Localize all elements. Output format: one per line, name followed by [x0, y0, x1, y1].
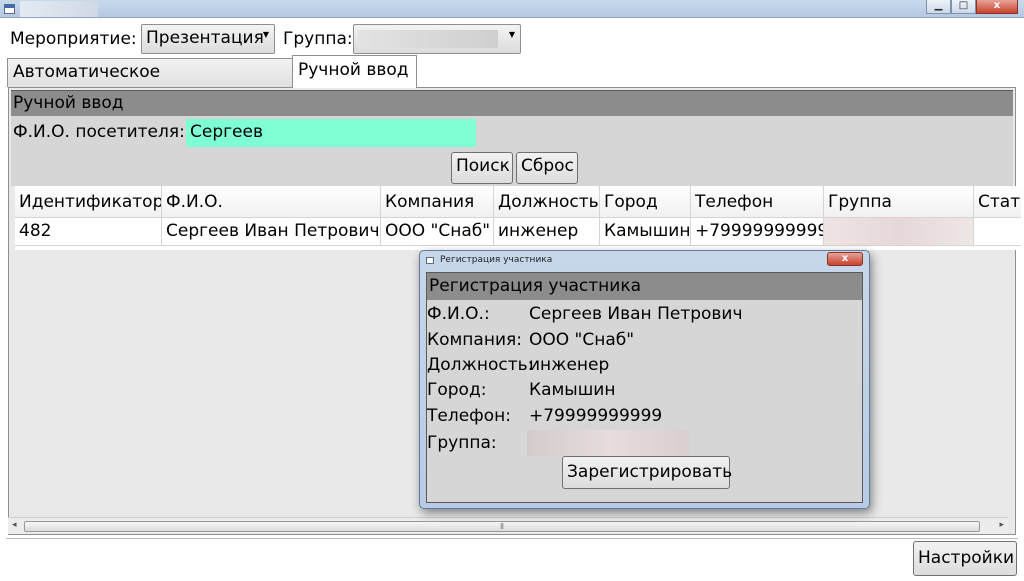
column-header-group[interactable]: Группа — [824, 186, 974, 217]
cell-name: Сергеев Иван Петрович — [162, 218, 381, 245]
event-label: Мероприятие: — [10, 29, 137, 49]
field-value-name: Сергеев Иван Петрович — [529, 304, 743, 324]
field-label-position: Должность: — [427, 355, 534, 375]
app-icon — [4, 4, 15, 14]
search-form: Ф.И.О. посетителя: Сергеев Поиск Сброс — [11, 116, 1013, 186]
table-row[interactable]: 482 Сергеев Иван Петрович ООО "Снаб" инж… — [15, 218, 1021, 246]
visitor-name-input[interactable]: Сергеев — [186, 119, 476, 147]
field-label-company: Компания: — [427, 330, 522, 350]
cell-position: инженер — [494, 218, 600, 245]
column-header-position[interactable]: Должность — [494, 186, 600, 217]
field-label-city: Город: — [427, 380, 487, 400]
column-header-id[interactable]: Идентификатор — [15, 186, 162, 217]
scroll-left-icon[interactable]: ◂ — [12, 520, 17, 530]
tab-manual-entry[interactable]: Ручной ввод — [292, 55, 417, 88]
filter-row: Мероприятие: Презентация ▼ Группа: ▼ — [0, 22, 1024, 56]
field-label-phone: Телефон: — [427, 406, 511, 426]
field-value-position: инженер — [529, 355, 610, 375]
register-button[interactable]: Зарегистрировать — [562, 456, 732, 489]
scrollbar-thumb[interactable]: ⦀ — [24, 521, 980, 532]
group-select-value-redacted — [358, 30, 498, 48]
field-label-name: Ф.И.О.: — [427, 304, 490, 324]
horizontal-scrollbar[interactable]: ◂ ⦀ ▸ — [8, 517, 1008, 534]
event-select[interactable]: Презентация ▼ — [141, 24, 275, 54]
cell-phone: +79999999999 — [691, 218, 824, 245]
search-button[interactable]: Поиск — [451, 152, 513, 184]
window-title-redacted — [20, 1, 98, 17]
scroll-right-icon[interactable]: ▸ — [999, 520, 1004, 530]
settings-button[interactable]: Настройки — [913, 541, 1017, 576]
minimize-button[interactable]: ▁ — [926, 0, 951, 14]
column-header-company[interactable]: Компания — [381, 186, 494, 217]
dialog-header: Регистрация участника — [427, 273, 862, 300]
visitor-name-label: Ф.И.О. посетителя: — [13, 122, 185, 142]
maximize-button[interactable]: □ — [951, 0, 976, 14]
chevron-down-icon: ▼ — [262, 30, 269, 39]
table-header: Идентификатор Ф.И.О. Компания Должность … — [15, 186, 1021, 218]
close-button[interactable]: x — [976, 0, 1018, 14]
dialog-icon — [426, 257, 434, 264]
group-select[interactable]: ▼ — [353, 24, 521, 54]
field-value-company: ООО "Снаб" — [529, 330, 635, 350]
cell-company: ООО "Снаб" — [381, 218, 494, 245]
cell-id: 482 — [15, 218, 162, 245]
dialog-title: Регистрация участника — [440, 255, 553, 265]
field-value-city: Камышин — [529, 380, 616, 400]
registration-dialog: Регистрация участника x Регистрация учас… — [419, 250, 870, 509]
field-value-group-redacted — [527, 430, 689, 456]
chevron-down-icon: ▼ — [508, 30, 515, 39]
column-header-status[interactable]: Стат — [974, 186, 1021, 217]
window-controls: ▁ □ x — [926, 0, 1018, 14]
cell-city: Камышин — [600, 218, 691, 245]
title-bar: ▁ □ x — [0, 0, 1024, 18]
field-label-group: Группа: — [427, 433, 497, 453]
cell-group-redacted — [824, 218, 974, 245]
dialog-body: Регистрация участника Ф.И.О.: Сергеев Ив… — [426, 272, 863, 503]
column-header-city[interactable]: Город — [600, 186, 691, 217]
column-header-name[interactable]: Ф.И.О. — [162, 186, 381, 217]
column-header-phone[interactable]: Телефон — [691, 186, 824, 217]
results-table: Идентификатор Ф.И.О. Компания Должность … — [15, 186, 1021, 250]
dialog-close-button[interactable]: x — [827, 252, 863, 266]
reset-button[interactable]: Сброс — [516, 152, 578, 184]
event-select-value: Презентация — [146, 28, 264, 48]
tab-auto-scan[interactable]: Автоматическое сканирование — [7, 58, 293, 102]
field-value-phone: +79999999999 — [529, 406, 663, 426]
cell-status — [974, 218, 1021, 245]
group-label: Группа: — [283, 29, 353, 49]
divider — [6, 538, 1018, 539]
section-header: Ручной ввод — [11, 90, 1013, 116]
